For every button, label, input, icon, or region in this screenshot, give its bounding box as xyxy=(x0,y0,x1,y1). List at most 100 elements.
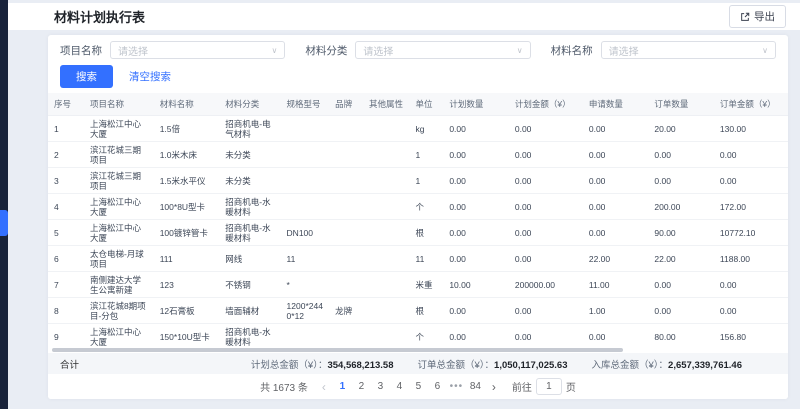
table-cell xyxy=(363,298,410,324)
table-cell: 墙面辅材 xyxy=(219,298,280,324)
table-cell: 9 xyxy=(48,324,84,348)
table-cell: 上海松江中心大厦 xyxy=(84,220,154,246)
summary-total-value: 354,568,213.58 xyxy=(327,360,393,371)
table-body: 1上海松江中心大厦1.5倍招商机电-电气材料kg0.000.000.0020.0… xyxy=(48,116,788,348)
horizontal-scrollbar-thumb[interactable] xyxy=(52,348,623,352)
table-cell: 0.00 xyxy=(443,168,509,194)
filter-group-material-name: 材料名称 请选择 ∨ xyxy=(551,41,776,59)
table-cell xyxy=(329,142,363,168)
table-cell: 11 xyxy=(281,246,330,272)
column-header: 其他属性 xyxy=(363,93,410,116)
column-header: 材料名称 xyxy=(154,93,220,116)
collapsed-sidebar[interactable] xyxy=(0,0,8,409)
table-cell: 0.00 xyxy=(714,272,788,298)
table-cell: 0.00 xyxy=(443,194,509,220)
material-category-placeholder: 请选择 xyxy=(363,43,393,58)
table-cell: 1 xyxy=(410,142,444,168)
column-header: 材料分类 xyxy=(219,93,280,116)
table-cell: 0.00 xyxy=(583,168,649,194)
column-header: 序号 xyxy=(48,93,84,116)
table-container: 序号项目名称材料名称材料分类规格型号品牌其他属性单位计划数量计划金额（¥）申请数… xyxy=(48,93,788,347)
table-cell: 根 xyxy=(410,298,444,324)
table-cell: 200.00 xyxy=(648,194,714,220)
pagination-page-3[interactable]: 3 xyxy=(372,378,389,395)
pagination-prev-button[interactable]: ‹ xyxy=(319,381,329,393)
chevron-left-icon: ‹ xyxy=(322,380,326,394)
summary-total-value: 1,050,117,025.63 xyxy=(494,360,567,371)
project-name-label: 项目名称 xyxy=(60,43,102,58)
pagination-goto-input[interactable] xyxy=(536,378,562,395)
table-cell: 招商机电-水暖材料 xyxy=(219,220,280,246)
export-icon xyxy=(740,12,750,22)
sidebar-expand-handle[interactable] xyxy=(0,210,8,236)
table-cell: kg xyxy=(410,116,444,142)
table-cell: 130.00 xyxy=(714,116,788,142)
table-cell xyxy=(329,272,363,298)
summary-total-label: 入库总金额（¥）： xyxy=(591,360,668,371)
table-cell: 招商机电-水暖材料 xyxy=(219,324,280,348)
chevron-down-icon: ∨ xyxy=(517,46,523,55)
chevron-down-icon: ∨ xyxy=(271,46,277,55)
filter-actions: 搜索 清空搜索 xyxy=(60,65,776,88)
project-name-select[interactable]: 请选择 ∨ xyxy=(110,41,285,59)
search-button[interactable]: 搜索 xyxy=(60,65,113,88)
pagination-page-84[interactable]: 84 xyxy=(467,378,484,395)
table-cell: 0.00 xyxy=(714,298,788,324)
material-name-label: 材料名称 xyxy=(551,43,593,58)
table-cell: 3 xyxy=(48,168,84,194)
table-cell: 0.00 xyxy=(648,272,714,298)
table-cell: 1.5倍 xyxy=(154,116,220,142)
table-cell xyxy=(363,194,410,220)
table-row[interactable]: 7南侧建达大学生公寓新建123不锈钢*米重10.00200000.0011.00… xyxy=(48,272,788,298)
table-cell: 滨江花城三期项目 xyxy=(84,168,154,194)
table-row[interactable]: 6太仓电梯-月球项目111网线11110.000.0022.0022.00118… xyxy=(48,246,788,272)
pagination-page-5[interactable]: 5 xyxy=(410,378,427,395)
table-row[interactable]: 1上海松江中心大厦1.5倍招商机电-电气材料kg0.000.000.0020.0… xyxy=(48,116,788,142)
pagination-next-button[interactable]: › xyxy=(489,381,499,393)
material-name-select[interactable]: 请选择 ∨ xyxy=(601,41,776,59)
export-button[interactable]: 导出 xyxy=(729,5,786,28)
table-cell xyxy=(363,246,410,272)
pagination: 共 1673 条 ‹ 123456•••84 › 前往 页 xyxy=(48,374,788,399)
material-name-placeholder: 请选择 xyxy=(609,43,639,58)
summary-label: 合计 xyxy=(60,357,79,371)
table-cell: 7 xyxy=(48,272,84,298)
table-row[interactable]: 4上海松江中心大厦100*8U型卡招商机电-水暖材料个0.000.000.002… xyxy=(48,194,788,220)
column-header: 项目名称 xyxy=(84,93,154,116)
table-cell: 个 xyxy=(410,324,444,348)
table-cell: 0.00 xyxy=(583,220,649,246)
pagination-page-6[interactable]: 6 xyxy=(429,378,446,395)
table-cell: 1 xyxy=(410,168,444,194)
pagination-goto: 前往 页 xyxy=(512,378,576,395)
summary-total-label: 订单总金额（¥）： xyxy=(418,360,495,371)
table-row[interactable]: 3滨江花城三期项目1.5米水平仪未分类10.000.000.000.000.00 xyxy=(48,168,788,194)
pagination-page-1[interactable]: 1 xyxy=(334,378,351,395)
pagination-page-2[interactable]: 2 xyxy=(353,378,370,395)
table-cell: 0.00 xyxy=(443,220,509,246)
table-cell xyxy=(329,116,363,142)
table-cell xyxy=(363,324,410,348)
pagination-ellipsis[interactable]: ••• xyxy=(448,378,465,395)
table-cell: 80.00 xyxy=(648,324,714,348)
table-cell: 未分类 xyxy=(219,142,280,168)
table-row[interactable]: 2滨江花城三期项目1.0米木床未分类10.000.000.000.000.00 xyxy=(48,142,788,168)
goto-suffix: 页 xyxy=(566,379,576,394)
table-cell: 招商机电-电气材料 xyxy=(219,116,280,142)
chevron-down-icon: ∨ xyxy=(762,46,768,55)
table-cell: 0.00 xyxy=(648,168,714,194)
table-cell xyxy=(363,116,410,142)
table-cell: 0.00 xyxy=(509,220,583,246)
table-cell: 0.00 xyxy=(509,324,583,348)
table-cell: 滨江花城8期项目-分包 xyxy=(84,298,154,324)
pagination-page-4[interactable]: 4 xyxy=(391,378,408,395)
column-header: 订单数量 xyxy=(648,93,714,116)
table-row[interactable]: 5上海松江中心大厦100镀锌管卡招商机电-水暖材料DN100根0.000.000… xyxy=(48,220,788,246)
clear-search-link[interactable]: 清空搜索 xyxy=(129,69,171,84)
table-cell: 0.00 xyxy=(648,142,714,168)
summary-total-item: 入库总金额（¥）：2,657,339,761.46 xyxy=(591,357,742,371)
table-row[interactable]: 9上海松江中心大厦150*10U型卡招商机电-水暖材料个0.000.000.00… xyxy=(48,324,788,348)
table-cell xyxy=(329,194,363,220)
table-row[interactable]: 8滨江花城8期项目-分包12石膏板墙面辅材1200*2440*12龙牌根0.00… xyxy=(48,298,788,324)
table-cell: DN100 xyxy=(281,220,330,246)
material-category-select[interactable]: 请选择 ∨ xyxy=(355,41,530,59)
